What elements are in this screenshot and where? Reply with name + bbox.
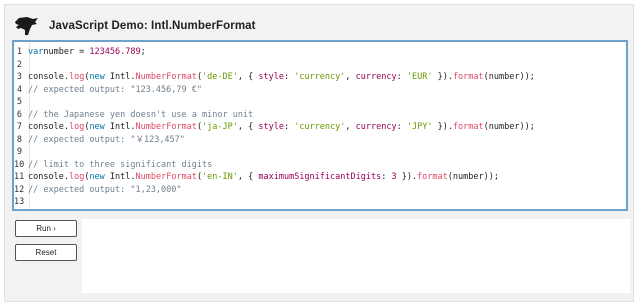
code-token: : <box>283 72 295 82</box>
code-token: (number)); <box>483 122 535 132</box>
line-number: 8 <box>16 134 22 145</box>
code-line[interactable]: 12// expected output: "1,23,000" <box>14 184 182 197</box>
code-token: var <box>28 47 44 57</box>
code-line[interactable]: 6 // the Japanese yen doesn't use a minor… <box>14 109 253 122</box>
dinosaur-logo-icon <box>13 15 41 37</box>
code-token: 'de-DE' <box>202 72 238 82</box>
code-token: maximumSignificantDigits <box>258 172 382 182</box>
code-token: console. <box>28 122 69 132</box>
code-token: : <box>283 122 295 132</box>
run-button[interactable]: Run › <box>15 220 77 237</box>
code-editor[interactable]: 1 varnumber = 123456.789; 2 3 console.log(ne… <box>12 40 628 211</box>
code-token: NumberFormat <box>135 172 197 182</box>
code-line[interactable]: 9 <box>14 146 28 159</box>
code-token: 'en-IN' <box>202 172 238 182</box>
code-token: , <box>345 72 356 82</box>
code-token: , { <box>237 122 259 132</box>
code-token: // expected output: "1,23,000" <box>28 184 182 195</box>
code-line[interactable]: 8 // expected output: "￥123,457" <box>14 134 185 147</box>
code-token: format <box>452 72 484 82</box>
code-line[interactable]: 13 <box>14 196 28 209</box>
code-token: 'currency' <box>294 72 346 82</box>
code-token: // expected output: "123.456,79 €" <box>28 84 202 95</box>
line-number: 5 <box>16 97 22 107</box>
code-token: new <box>89 72 105 82</box>
line-number: 2 <box>16 59 22 70</box>
code-token: log <box>68 72 85 82</box>
code-token: // the Japanese yen doesn't use a minor … <box>28 109 254 120</box>
code-token: console. <box>28 172 69 182</box>
code-token: (number)); <box>447 172 499 182</box>
reset-button[interactable]: Reset <box>15 244 77 261</box>
code-token: style <box>258 72 284 82</box>
code-token: , { <box>237 172 259 182</box>
code-line[interactable]: 4 // expected output: "123.456,79 €" <box>14 84 202 97</box>
demo-frame: JavaScript Demo: Intl.NumberFormat 1 varn… <box>4 4 634 302</box>
code-token: , <box>345 122 356 132</box>
line-number: 6 <box>16 109 22 120</box>
code-line[interactable]: 1 varnumber = 123456.789; <box>14 46 146 59</box>
line-number: 7 <box>16 122 22 132</box>
code-token: : <box>396 122 407 132</box>
code-token: // expected output: "￥123,457" <box>28 134 185 145</box>
code-line[interactable]: 7 console.log(new Intl.NumberFormat('ja-J… <box>14 121 535 134</box>
code-token: ; <box>140 47 146 57</box>
code-token: 'EUR' <box>406 72 433 82</box>
code-line[interactable]: 5 <box>14 96 28 109</box>
code-token: Intl. <box>104 122 136 132</box>
code-token: , { <box>237 72 259 82</box>
code-line[interactable]: 10// limit to three significant digits <box>14 159 212 172</box>
line-number: 9 <box>16 147 22 157</box>
line-number: 1 <box>16 47 22 57</box>
code-token: 'currency' <box>294 122 346 132</box>
code-token: 'ja-JP' <box>202 122 238 132</box>
line-number: 4 <box>16 84 22 95</box>
code-token: log <box>68 172 85 182</box>
code-line[interactable]: 2 <box>14 59 28 72</box>
code-token: Intl. <box>104 72 136 82</box>
code-token: : <box>381 172 392 182</box>
line-number: 13 <box>14 197 25 207</box>
code-token: format <box>417 172 448 182</box>
line-number: 3 <box>16 72 22 82</box>
code-token: : <box>396 72 407 82</box>
code-line[interactable]: 3 console.log(new Intl.NumberFormat('de-D… <box>14 71 535 84</box>
code-line[interactable]: 11 console.log(new Intl.NumberFormat('en-… <box>14 171 499 184</box>
console-output <box>82 219 630 293</box>
code-token: currency <box>355 122 397 132</box>
line-number: 12 <box>14 184 25 195</box>
code-token: NumberFormat <box>135 72 197 82</box>
code-token: (number)); <box>483 72 535 82</box>
line-number: 10 <box>14 159 25 170</box>
line-number: 11 <box>14 172 25 182</box>
code-token: NumberFormat <box>135 122 197 132</box>
code-token: new <box>89 172 105 182</box>
code-token: Intl. <box>104 172 136 182</box>
code-token: number = <box>43 47 90 57</box>
code-token: currency <box>355 72 397 82</box>
code-token: }). <box>432 122 453 132</box>
code-token: console. <box>28 72 69 82</box>
code-token: }). <box>432 72 453 82</box>
demo-header: JavaScript Demo: Intl.NumberFormat <box>13 13 413 39</box>
code-token: new <box>89 122 105 132</box>
code-token: 'JPY' <box>406 122 433 132</box>
code-token: // limit to three significant digits <box>28 159 213 170</box>
page-title: JavaScript Demo: Intl.NumberFormat <box>49 20 256 32</box>
code-token: }). <box>396 172 418 182</box>
code-token: style <box>258 122 284 132</box>
code-token: log <box>68 122 85 132</box>
code-token: 123456.789 <box>89 47 141 57</box>
code-token: format <box>452 122 484 132</box>
